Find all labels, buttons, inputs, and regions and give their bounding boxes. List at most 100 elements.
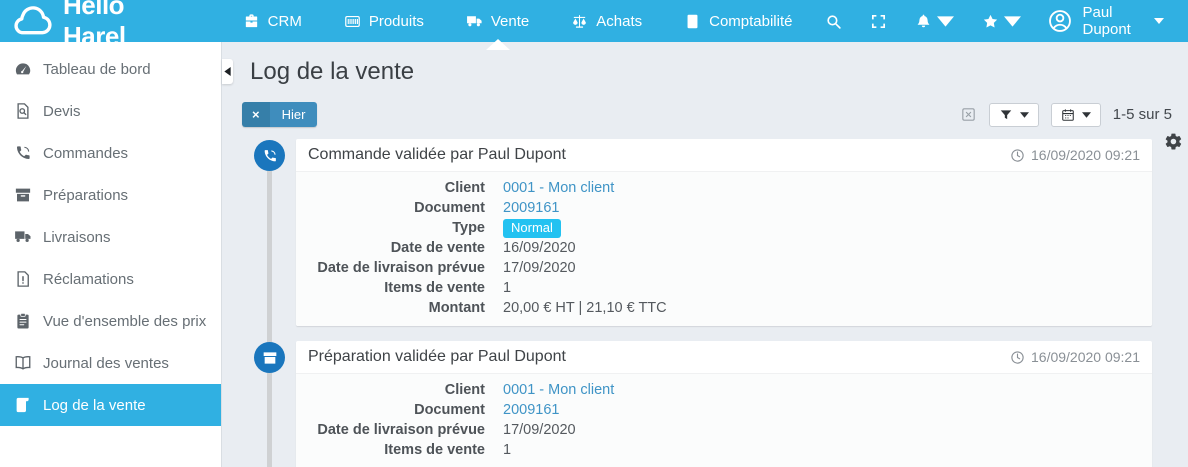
field-row: Items de vente 1 <box>308 440 1140 460</box>
toolbar: × Hier 1-5 sur 5 <box>242 101 1152 128</box>
timeline-entry: Commande validée par Paul Dupont 16/09/2… <box>240 139 1152 326</box>
ledger-icon <box>684 13 701 30</box>
sidebar-item-commandes[interactable]: Commandes <box>0 132 221 174</box>
sidebar-item-label: Tableau de bord <box>43 61 151 78</box>
field-label: Document <box>308 402 503 418</box>
caret-down-icon <box>1154 18 1164 24</box>
box-badge-icon <box>254 342 285 373</box>
field-link[interactable]: 2009161 <box>503 402 559 418</box>
x-box-icon[interactable] <box>960 106 977 123</box>
sidebar: Tableau de bord Devis Commandes Préparat… <box>0 42 222 467</box>
field-value: 17/09/2020 <box>503 422 576 438</box>
sidebar-item-tableau-de-bord[interactable]: Tableau de bord <box>0 48 221 90</box>
field-link[interactable]: 0001 - Mon client <box>503 382 614 398</box>
nav-item-comptabilité[interactable]: Comptabilité <box>663 0 813 42</box>
clock-icon <box>1010 148 1025 163</box>
field-row: Client 0001 - Mon client <box>308 178 1140 198</box>
field-text: 1 <box>503 442 511 458</box>
box-icon <box>13 186 32 204</box>
nav-item-label: Produits <box>369 13 424 30</box>
nav-item-vente[interactable]: Vente <box>445 0 550 42</box>
search-button[interactable] <box>813 5 854 38</box>
funnel-icon <box>999 108 1013 122</box>
user-name: Paul Dupont <box>1082 4 1145 38</box>
sidebar-item-journal-des-ventes[interactable]: Journal des ventes <box>0 342 221 384</box>
brand-logo[interactable]: Hello Harel <box>0 0 196 52</box>
sidebar-menu: Tableau de bord Devis Commandes Préparat… <box>0 48 221 426</box>
sidebar-item-devis[interactable]: Devis <box>0 90 221 132</box>
file-search-icon <box>13 102 32 120</box>
date-range-button[interactable] <box>1051 103 1101 127</box>
phone-icon <box>13 144 32 162</box>
field-label: Document <box>308 200 503 216</box>
favorites-button[interactable] <box>970 5 1033 38</box>
field-link[interactable]: 0001 - Mon client <box>503 180 614 196</box>
main-content: Log de la vente × Hier 1-5 sur 5 <box>222 42 1188 467</box>
bell-icon <box>915 13 932 30</box>
field-text: 17/09/2020 <box>503 260 576 276</box>
caret-down-icon <box>937 13 954 30</box>
sidebar-collapse-toggle[interactable] <box>222 59 233 84</box>
file-exclamation-icon <box>13 270 32 288</box>
sidebar-item-label: Vue d'ensemble des prix <box>43 313 206 330</box>
expand-icon <box>870 13 887 30</box>
field-text: 17/09/2020 <box>503 422 576 438</box>
sidebar-item-r-clamations[interactable]: Réclamations <box>0 258 221 300</box>
clock-icon <box>1010 350 1025 365</box>
timeline-entry: Préparation validée par Paul Dupont 16/0… <box>240 341 1152 467</box>
truck-icon <box>466 13 483 30</box>
entry-time-text: 16/09/2020 09:21 <box>1031 145 1140 165</box>
field-value: 2009161 <box>503 402 559 418</box>
field-row: Document 2009161 <box>308 198 1140 218</box>
sidebar-item-vue-d-ensemble-des-prix[interactable]: Vue d'ensemble des prix <box>0 300 221 342</box>
page-title: Log de la vente <box>250 56 1152 88</box>
sidebar-item-label: Commandes <box>43 145 128 162</box>
caret-down-icon <box>1020 112 1029 118</box>
user-menu[interactable]: Paul Dupont <box>1037 0 1174 42</box>
nav-item-achats[interactable]: Achats <box>550 0 663 42</box>
field-row: Type Normal <box>308 218 1140 238</box>
nav-item-produits[interactable]: Produits <box>323 0 445 42</box>
field-label: Items de vente <box>308 442 503 458</box>
chip-label: Hier <box>270 102 318 127</box>
field-row: Document 2009161 <box>308 400 1140 420</box>
nav-item-label: Comptabilité <box>709 13 792 30</box>
field-row: Date de livraison prévue 17/09/2020 <box>308 420 1140 440</box>
field-value: 0001 - Mon client <box>503 382 614 398</box>
field-value: 17/09/2020 <box>503 260 576 276</box>
sidebar-item-livraisons[interactable]: Livraisons <box>0 216 221 258</box>
sidebar-item-log-de-la-vente[interactable]: Log de la vente <box>0 384 221 426</box>
pagination-label: 1-5 sur 5 <box>1113 106 1172 123</box>
toolbar-right: 1-5 sur 5 <box>960 103 1172 127</box>
sidebar-item-label: Livraisons <box>43 229 111 246</box>
truck-icon <box>13 228 32 246</box>
scroll-icon <box>13 396 32 414</box>
field-row: Montant 20,00 € HT | 21,10 € TTC <box>308 298 1140 318</box>
field-label: Date de vente <box>308 240 503 256</box>
filter-button[interactable] <box>989 103 1039 127</box>
sidebar-item-pr-parations[interactable]: Préparations <box>0 174 221 216</box>
brand-name: Hello Harel <box>63 0 184 52</box>
field-label: Client <box>308 180 503 196</box>
layout: Tableau de bord Devis Commandes Préparat… <box>0 42 1188 467</box>
field-value: 1 <box>503 442 511 458</box>
entry-header: Commande validée par Paul Dupont 16/09/2… <box>296 139 1152 172</box>
notifications-button[interactable] <box>903 5 966 38</box>
book-open-icon <box>13 354 32 372</box>
clipboard-icon <box>13 312 32 330</box>
filter-chip-hier[interactable]: × Hier <box>242 102 317 127</box>
nav-item-crm[interactable]: CRM <box>222 0 323 42</box>
gear-icon[interactable] <box>1164 132 1183 151</box>
field-value: 1 <box>503 280 511 296</box>
sidebar-item-label: Réclamations <box>43 271 134 288</box>
field-label: Montant <box>308 300 503 316</box>
sidebar-item-label: Devis <box>43 103 81 120</box>
field-link[interactable]: 2009161 <box>503 200 559 216</box>
cloud-icon <box>10 5 54 37</box>
chip-close-icon[interactable]: × <box>242 102 270 127</box>
field-value: 0001 - Mon client <box>503 180 614 196</box>
field-value: 20,00 € HT | 21,10 € TTC <box>503 300 667 316</box>
field-label: Client <box>308 382 503 398</box>
field-text: 20,00 € HT | 21,10 € TTC <box>503 300 667 316</box>
fullscreen-button[interactable] <box>858 5 899 38</box>
